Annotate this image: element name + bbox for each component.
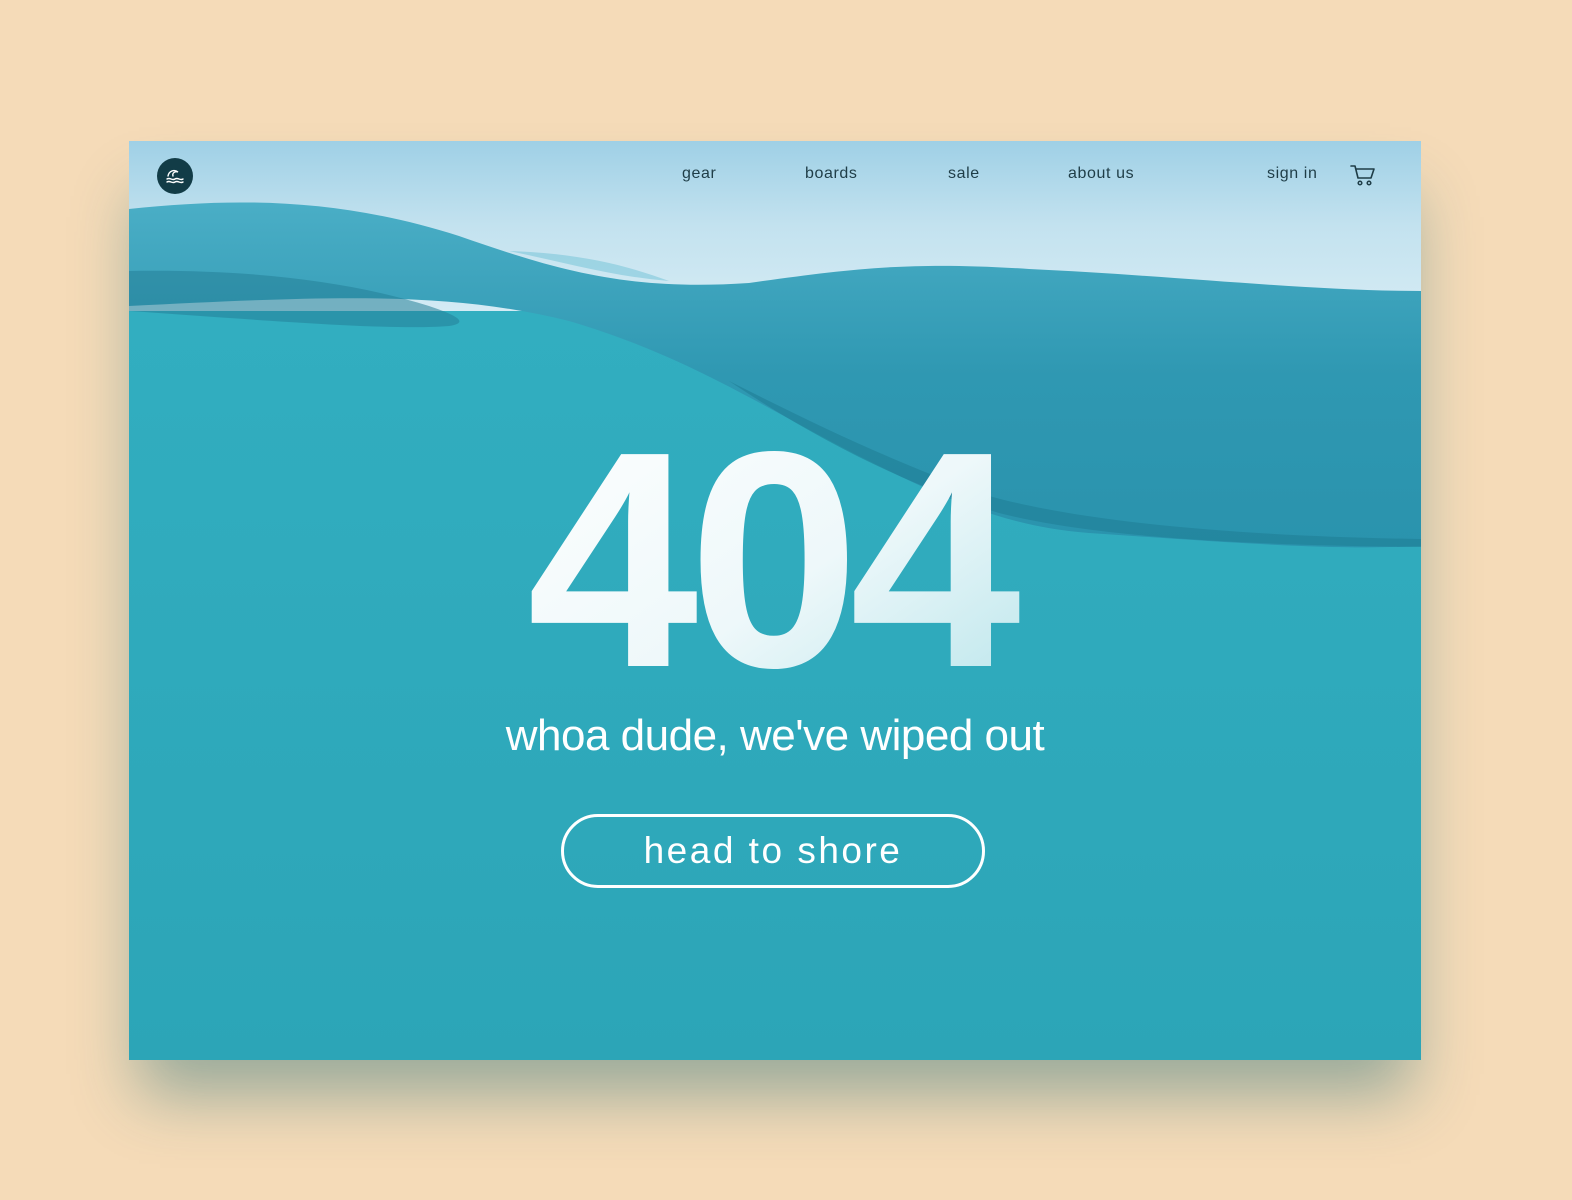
- error-code-text: 404: [527, 423, 1023, 683]
- error-message: whoa dude, we've wiped out: [505, 711, 1045, 760]
- nav-link-about-us[interactable]: about us: [1068, 165, 1134, 183]
- wave-icon: [166, 169, 184, 184]
- head-to-shore-button[interactable]: head to shore: [561, 814, 985, 888]
- nav-link-sale[interactable]: sale: [948, 165, 980, 183]
- error-code: 404: [527, 423, 1033, 683]
- nav-link-gear[interactable]: gear: [682, 165, 716, 183]
- cart-icon[interactable]: [1350, 163, 1376, 187]
- top-nav: gear boards sale about us sign in: [129, 141, 1421, 211]
- page-frame: gear boards sale about us sign in 404 wh…: [129, 141, 1421, 1060]
- sign-in-link[interactable]: sign in: [1267, 165, 1317, 183]
- nav-link-boards[interactable]: boards: [805, 165, 858, 183]
- head-to-shore-label: head to shore: [643, 830, 903, 871]
- logo[interactable]: [157, 158, 193, 194]
